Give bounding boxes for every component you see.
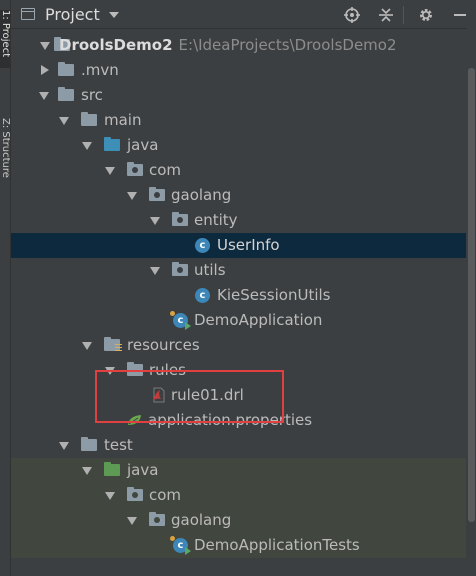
chevron-down-icon[interactable] <box>105 167 115 175</box>
tree-node-com[interactable]: com <box>11 158 466 183</box>
tree-node-label: application.properties <box>148 411 313 429</box>
project-path: E:\IdeaProjects\DroolsDemo2 <box>178 36 397 54</box>
tree-node-label: DemoApplicationTests <box>194 536 360 554</box>
project-tree: DroolsDemo2 E:\IdeaProjects\DroolsDemo2 .… <box>11 33 466 558</box>
tree-node-test-gaolang[interactable]: gaolang <box>11 508 466 533</box>
chevron-down-icon[interactable] <box>127 517 137 525</box>
tree-node-kiesessionutils[interactable]: c KieSessionUtils <box>11 283 466 308</box>
package-icon <box>172 212 188 226</box>
chevron-down-icon[interactable] <box>82 342 92 350</box>
tree-node-userinfo[interactable]: c UserInfo <box>11 233 466 258</box>
vertical-scrollbar[interactable] <box>467 28 476 576</box>
view-selector-label[interactable]: Project <box>45 5 100 24</box>
chevron-down-icon[interactable] <box>82 142 92 150</box>
project-toolbar: Project <box>11 0 476 29</box>
tree-node-rule01-drl[interactable]: rule01.drl <box>11 383 466 408</box>
chevron-right-icon[interactable] <box>41 65 49 75</box>
tree-node-label: java <box>127 461 159 479</box>
tree-node-demoapplicationtests[interactable]: c DemoApplicationTests <box>11 533 466 558</box>
tree-node-label: test <box>104 436 133 454</box>
folder-icon <box>58 87 74 101</box>
tree-node-mvn[interactable]: .mvn <box>11 58 466 83</box>
package-icon <box>172 262 188 276</box>
chevron-down-icon[interactable] <box>105 367 115 375</box>
collapse-icon[interactable] <box>378 7 394 23</box>
chevron-down-icon[interactable] <box>39 92 49 100</box>
tree-node-label: KieSessionUtils <box>217 286 331 304</box>
chevron-down-icon[interactable] <box>59 117 69 125</box>
tree-node-label: com <box>149 486 182 504</box>
source-folder-icon <box>104 137 120 151</box>
chevron-down-icon[interactable] <box>59 442 69 450</box>
tree-node-src[interactable]: src <box>11 83 466 108</box>
tree-node-label: com <box>149 161 182 179</box>
tree-node-test-com[interactable]: com <box>11 483 466 508</box>
tree-node-label: gaolang <box>171 511 232 529</box>
minimize-icon[interactable] <box>452 7 468 23</box>
tree-node-label: rules <box>149 361 186 379</box>
spring-properties-icon <box>128 415 141 425</box>
tree-node-label: utils <box>194 261 226 279</box>
folder-icon <box>58 62 74 76</box>
locate-icon[interactable] <box>344 7 360 23</box>
project-view-icon <box>21 8 35 20</box>
folder-icon <box>81 112 97 126</box>
toolbar-divider <box>403 6 404 24</box>
class-icon: c <box>195 288 210 303</box>
class-icon: c <box>195 238 210 253</box>
tree-node-test[interactable]: test <box>11 433 466 458</box>
tree-node-main[interactable]: main <box>11 108 466 133</box>
tree-node-label: UserInfo <box>217 236 280 254</box>
package-icon <box>127 487 143 501</box>
tree-node-label: entity <box>194 211 238 229</box>
package-icon <box>127 162 143 176</box>
drools-file-icon <box>153 387 165 403</box>
package-icon <box>149 187 165 201</box>
scrollbar-thumb[interactable] <box>468 68 475 522</box>
package-icon <box>149 512 165 526</box>
tree-node-label: .mvn <box>81 61 119 79</box>
tree-node-application-properties[interactable]: application.properties <box>11 408 466 433</box>
tool-window-strip: 1: Project Z: Structure <box>0 0 11 576</box>
chevron-down-icon[interactable] <box>105 492 115 500</box>
chevron-down-icon[interactable] <box>150 217 160 225</box>
tree-node-main-java[interactable]: java <box>11 133 466 158</box>
chevron-down-icon[interactable] <box>82 467 92 475</box>
tree-node-label: rule01.drl <box>171 386 244 404</box>
tree-node-label: resources <box>127 336 200 354</box>
tree-node-rules[interactable]: rules <box>11 358 466 383</box>
project-name: DroolsDemo2 <box>59 36 173 54</box>
chevron-down-icon[interactable] <box>127 192 137 200</box>
settings-icon[interactable] <box>418 7 434 23</box>
tree-node-resources[interactable]: resources <box>11 333 466 358</box>
tree-node-utils[interactable]: utils <box>11 258 466 283</box>
tree-node-gaolang[interactable]: gaolang <box>11 183 466 208</box>
chevron-down-icon[interactable] <box>150 267 160 275</box>
tree-node-demoapplication[interactable]: c DemoApplication <box>11 308 466 333</box>
folder-icon <box>81 437 97 451</box>
folder-icon <box>127 362 143 376</box>
side-tab-structure[interactable]: Z: Structure <box>0 118 10 208</box>
tree-node-test-java[interactable]: java <box>11 458 466 483</box>
resources-folder-icon <box>104 337 122 352</box>
spring-boot-class-icon: c <box>170 311 191 330</box>
tree-node-project-root[interactable]: DroolsDemo2 E:\IdeaProjects\DroolsDemo2 <box>11 33 466 58</box>
tree-node-label: main <box>104 111 142 129</box>
tree-node-label: DemoApplication <box>194 311 323 329</box>
tree-node-label: gaolang <box>171 186 232 204</box>
tree-node-entity[interactable]: entity <box>11 208 466 233</box>
side-tab-project[interactable]: 1: Project <box>0 10 10 68</box>
tree-node-label: src <box>81 86 103 104</box>
chevron-down-icon[interactable] <box>109 12 119 18</box>
chevron-down-icon[interactable] <box>40 42 50 50</box>
test-source-folder-icon <box>104 462 120 476</box>
tree-node-label: java <box>127 136 159 154</box>
spring-boot-test-class-icon: c <box>170 536 191 555</box>
